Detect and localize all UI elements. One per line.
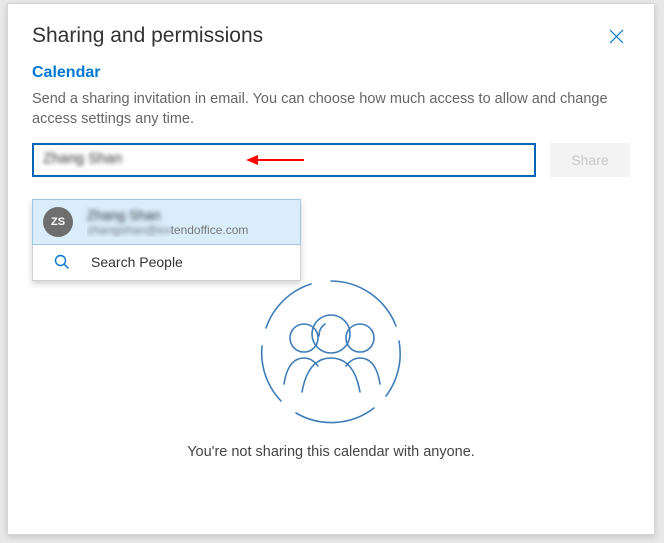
sharing-permissions-panel: Sharing and permissions Calendar Send a … — [7, 3, 655, 535]
search-people-label: Search People — [91, 254, 183, 270]
search-people-item[interactable]: Search People — [33, 244, 300, 280]
suggestion-name: Zhang Shan — [87, 208, 248, 223]
suggestion-item[interactable]: ZS Zhang Shan zhangshan@extendoffice.com — [32, 199, 301, 245]
people-suggestions-dropdown: ZS Zhang Shan zhangshan@extendoffice.com… — [32, 199, 301, 281]
header-row: Sharing and permissions — [8, 4, 654, 56]
suggestion-text: Zhang Shan zhangshan@extendoffice.com — [87, 208, 248, 237]
empty-state: You're not sharing this calendar with an… — [8, 276, 654, 460]
calendar-subtitle: Calendar — [8, 56, 654, 84]
close-icon — [609, 29, 624, 44]
empty-state-message: You're not sharing this calendar with an… — [187, 444, 475, 460]
people-illustration-icon — [256, 276, 406, 426]
description-text: Send a sharing invitation in email. You … — [8, 84, 654, 143]
search-icon — [47, 254, 77, 270]
share-input-row: Zhang Shan Share — [8, 143, 654, 177]
panel-title: Sharing and permissions — [32, 24, 263, 48]
avatar: ZS — [43, 207, 73, 237]
share-button[interactable]: Share — [550, 143, 630, 177]
suggestion-email: zhangshan@extendoffice.com — [87, 223, 248, 237]
recipient-input[interactable] — [32, 143, 536, 177]
close-button[interactable] — [602, 22, 630, 50]
